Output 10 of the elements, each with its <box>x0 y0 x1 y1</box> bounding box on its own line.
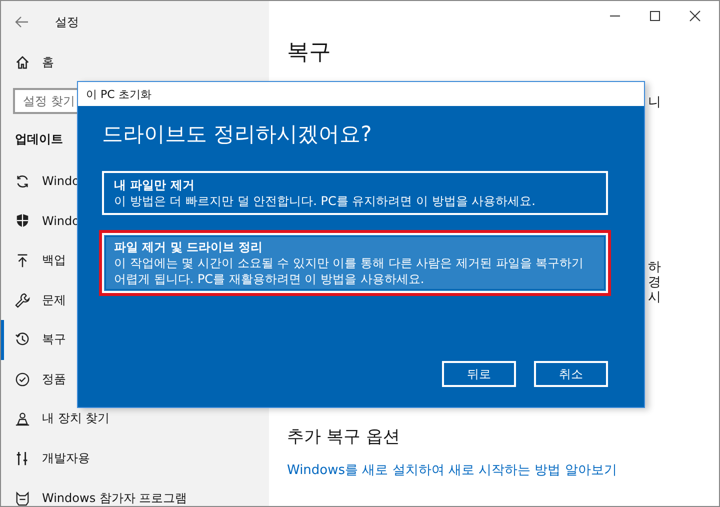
dialog-title: 이 PC 초기화 <box>78 82 644 106</box>
section-heading: 업데이트 <box>14 130 63 148</box>
text-fragment: 하 <box>648 260 661 275</box>
text-fragment: 니 <box>648 95 661 110</box>
dialog-heading: 드라이브도 정리하시겠어요? <box>102 121 373 148</box>
window-title: 설정 <box>55 14 79 30</box>
text-fragment: 시 <box>648 290 661 305</box>
section-heading: 추가 복구 옵션 <box>287 426 400 448</box>
page-title: 복구 <box>287 39 332 67</box>
text-fragment: 경 <box>648 275 661 290</box>
